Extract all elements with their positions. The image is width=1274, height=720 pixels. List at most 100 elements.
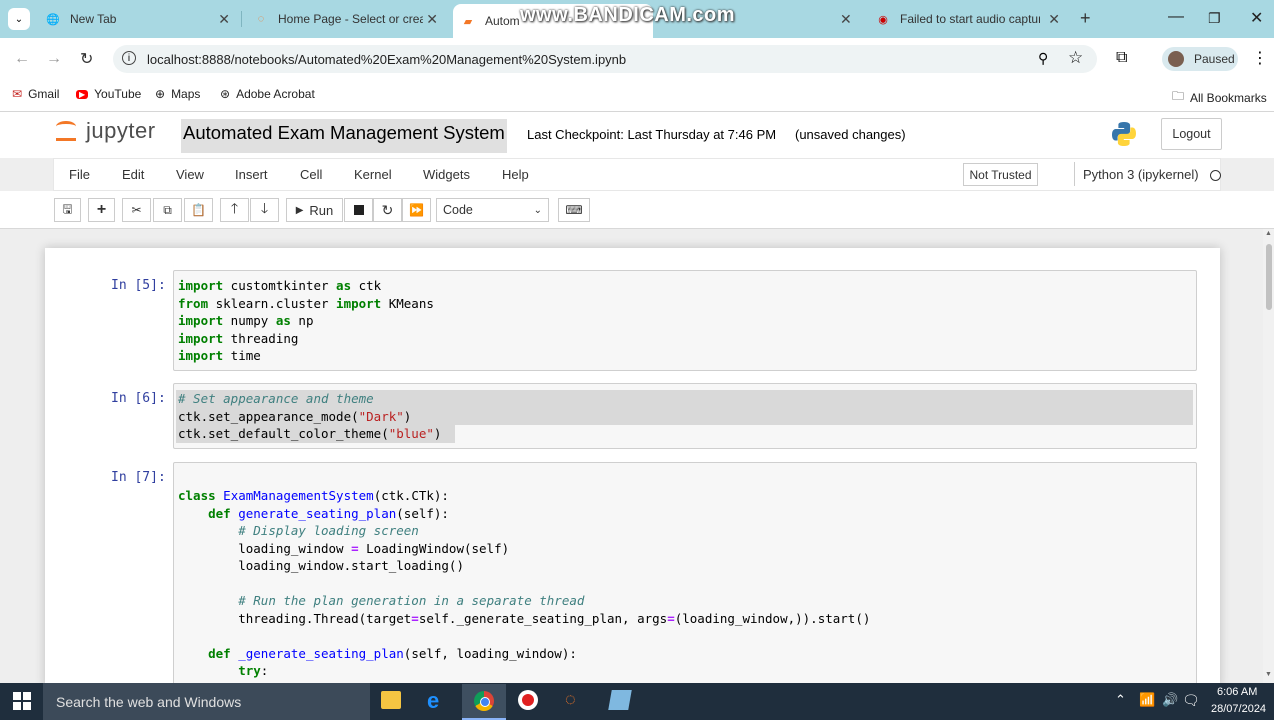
jupyter-icon: ◌ bbox=[257, 13, 265, 25]
close-icon[interactable]: ✕ bbox=[218, 11, 230, 28]
tab-label: Automated Exam Management bbox=[485, 14, 520, 28]
interrupt-button[interactable] bbox=[344, 198, 373, 222]
bookmark-acrobat[interactable]: ⊛ Adobe Acrobat bbox=[220, 87, 315, 101]
save-button[interactable]: 🖫 bbox=[54, 198, 81, 222]
autosave-status: (unsaved changes) bbox=[795, 127, 906, 142]
bookmark-label: YouTube bbox=[94, 87, 142, 101]
acrobat-icon: ⊛ bbox=[220, 87, 231, 101]
python-logo-icon bbox=[1110, 120, 1138, 148]
bookmark-youtube[interactable]: ▶ YouTube bbox=[76, 87, 141, 101]
checkpoint-status: Last Checkpoint: Last Thursday at 7:46 P… bbox=[527, 127, 777, 142]
tab-search-button[interactable]: ⌄ bbox=[8, 8, 30, 30]
scrollbar-thumb[interactable] bbox=[1266, 244, 1272, 310]
kernel-idle-indicator bbox=[1210, 170, 1221, 181]
notebook-title[interactable]: Automated Exam Management System bbox=[181, 119, 507, 153]
window-close-icon[interactable]: ✕ bbox=[1250, 8, 1263, 28]
restart-button[interactable]: ↻ bbox=[373, 198, 402, 222]
new-tab-button[interactable]: + bbox=[1080, 8, 1091, 29]
bandicam-icon[interactable] bbox=[518, 690, 538, 710]
cell-prompt: In [7]: bbox=[111, 470, 166, 485]
tab-home-page[interactable]: ◌ Home Page - Select or creat ✕ bbox=[246, 6, 446, 32]
paste-button[interactable]: 📋 bbox=[184, 198, 213, 222]
taskbar-search-text: Search the web and Windows bbox=[56, 694, 242, 710]
paste-icon: 📋 bbox=[191, 203, 206, 217]
tab-label: Home Page - Select or creat bbox=[278, 12, 423, 26]
bookmark-star-icon[interactable]: ☆ bbox=[1068, 48, 1083, 68]
scissors-icon: ✂ bbox=[131, 203, 142, 217]
scroll-up-arrow[interactable]: ▲ bbox=[1265, 230, 1272, 237]
tab-audio-capture[interactable]: ◉ Failed to start audio capture ✕ bbox=[868, 6, 1068, 32]
bookmark-gmail[interactable]: ✉ Gmail bbox=[12, 87, 59, 101]
avatar bbox=[1168, 51, 1184, 67]
file-explorer-icon[interactable] bbox=[381, 691, 401, 709]
cell-prompt: In [5]: bbox=[111, 278, 166, 293]
menu-kebab-icon[interactable]: ⋮ bbox=[1252, 48, 1268, 68]
all-bookmarks[interactable]: 🗀 All Bookmarks bbox=[1172, 87, 1267, 108]
tray-chevron-icon[interactable]: ⌃ bbox=[1115, 692, 1126, 708]
jupyter-logo-icon bbox=[56, 118, 78, 144]
play-icon: ▶ bbox=[295, 204, 304, 216]
cut-button[interactable]: ✂ bbox=[122, 198, 151, 222]
zoom-icon[interactable]: ⚲ bbox=[1038, 50, 1048, 67]
back-icon[interactable]: ← bbox=[14, 50, 30, 68]
jupyter-logo[interactable]: jupyter bbox=[56, 118, 156, 144]
site-info-icon[interactable]: i bbox=[122, 51, 136, 65]
menu-cell[interactable]: Cell bbox=[300, 167, 322, 182]
menu-view[interactable]: View bbox=[176, 167, 204, 182]
edge-icon[interactable]: e bbox=[427, 688, 439, 714]
youtube-icon: ▶ bbox=[76, 89, 89, 99]
jupyter-taskbar-icon[interactable]: ◌ bbox=[565, 689, 576, 710]
forward-icon[interactable]: → bbox=[46, 50, 62, 68]
code-block: import customtkinter as ctk from sklearn… bbox=[178, 278, 434, 363]
menu-edit[interactable]: Edit bbox=[122, 167, 144, 182]
bandicam-watermark: www.BANDICAM.com bbox=[520, 4, 736, 26]
restore-icon[interactable]: ❐ bbox=[1208, 10, 1221, 27]
run-button[interactable]: ▶ Run bbox=[286, 198, 343, 222]
menu-insert[interactable]: Insert bbox=[235, 167, 268, 182]
cell-type-select[interactable]: Code ⌄ bbox=[436, 198, 549, 222]
minimize-icon[interactable]: — bbox=[1168, 8, 1184, 26]
move-up-button[interactable]: 🡑 bbox=[220, 198, 249, 222]
insert-cell-button[interactable]: + bbox=[88, 198, 115, 222]
clock-date: 28/07/2024 bbox=[1211, 703, 1267, 715]
logout-button[interactable]: Logout bbox=[1161, 118, 1222, 150]
close-icon[interactable]: ✕ bbox=[1048, 11, 1060, 28]
profile-button[interactable]: Paused bbox=[1162, 47, 1238, 71]
globe-icon: 🌐 bbox=[46, 13, 60, 26]
run-label: Run bbox=[309, 202, 334, 218]
bookmark-label: Maps bbox=[171, 87, 201, 101]
kernel-name: Python 3 (ipykernel) bbox=[1074, 162, 1199, 186]
trust-button[interactable]: Not Trusted bbox=[963, 163, 1038, 186]
network-icon[interactable]: 📶 bbox=[1139, 692, 1155, 708]
menu-file[interactable]: File bbox=[69, 167, 90, 182]
close-icon[interactable]: ✕ bbox=[840, 11, 852, 28]
scroll-down-arrow[interactable]: ▼ bbox=[1265, 671, 1272, 678]
folder-icon: 🗀 bbox=[1172, 89, 1185, 103]
menu-widgets[interactable]: Widgets bbox=[423, 167, 470, 182]
reload-icon[interactable]: ↻ bbox=[80, 49, 93, 69]
tab-new-tab[interactable]: 🌐 New Tab ✕ bbox=[38, 6, 238, 32]
code-block: class ExamManagementSystem(ctk.CTk): def… bbox=[178, 488, 871, 678]
start-button[interactable] bbox=[13, 692, 31, 710]
tab-label: New Tab bbox=[70, 12, 117, 26]
copy-button[interactable]: ⧉ bbox=[153, 198, 182, 222]
volume-icon[interactable]: 🔊 bbox=[1162, 692, 1178, 708]
move-down-button[interactable]: 🡓 bbox=[250, 198, 279, 222]
fast-forward-icon: ⏩ bbox=[409, 203, 424, 217]
menu-kernel[interactable]: Kernel bbox=[354, 167, 392, 182]
maps-icon: ⊕ bbox=[155, 87, 166, 101]
command-palette-button[interactable]: ⌨ bbox=[558, 198, 590, 222]
bookmark-label: Adobe Acrobat bbox=[236, 87, 315, 101]
restart-run-all-button[interactable]: ⏩ bbox=[402, 198, 431, 222]
notepad-icon[interactable] bbox=[608, 690, 632, 710]
notification-icon[interactable]: 🗨 bbox=[1182, 692, 1200, 709]
menu-bar bbox=[53, 158, 1221, 191]
chrome-icon[interactable] bbox=[462, 684, 506, 720]
profile-label: Paused bbox=[1194, 52, 1235, 66]
bookmark-maps[interactable]: ⊕ Maps bbox=[155, 87, 200, 101]
extensions-icon[interactable]: ⧉ bbox=[1116, 49, 1127, 67]
jupyter-logo-text: jupyter bbox=[86, 118, 156, 143]
close-icon[interactable]: ✕ bbox=[426, 11, 438, 28]
url-text: localhost:8888/notebooks/Automated%20Exa… bbox=[147, 52, 627, 67]
menu-help[interactable]: Help bbox=[502, 167, 529, 182]
